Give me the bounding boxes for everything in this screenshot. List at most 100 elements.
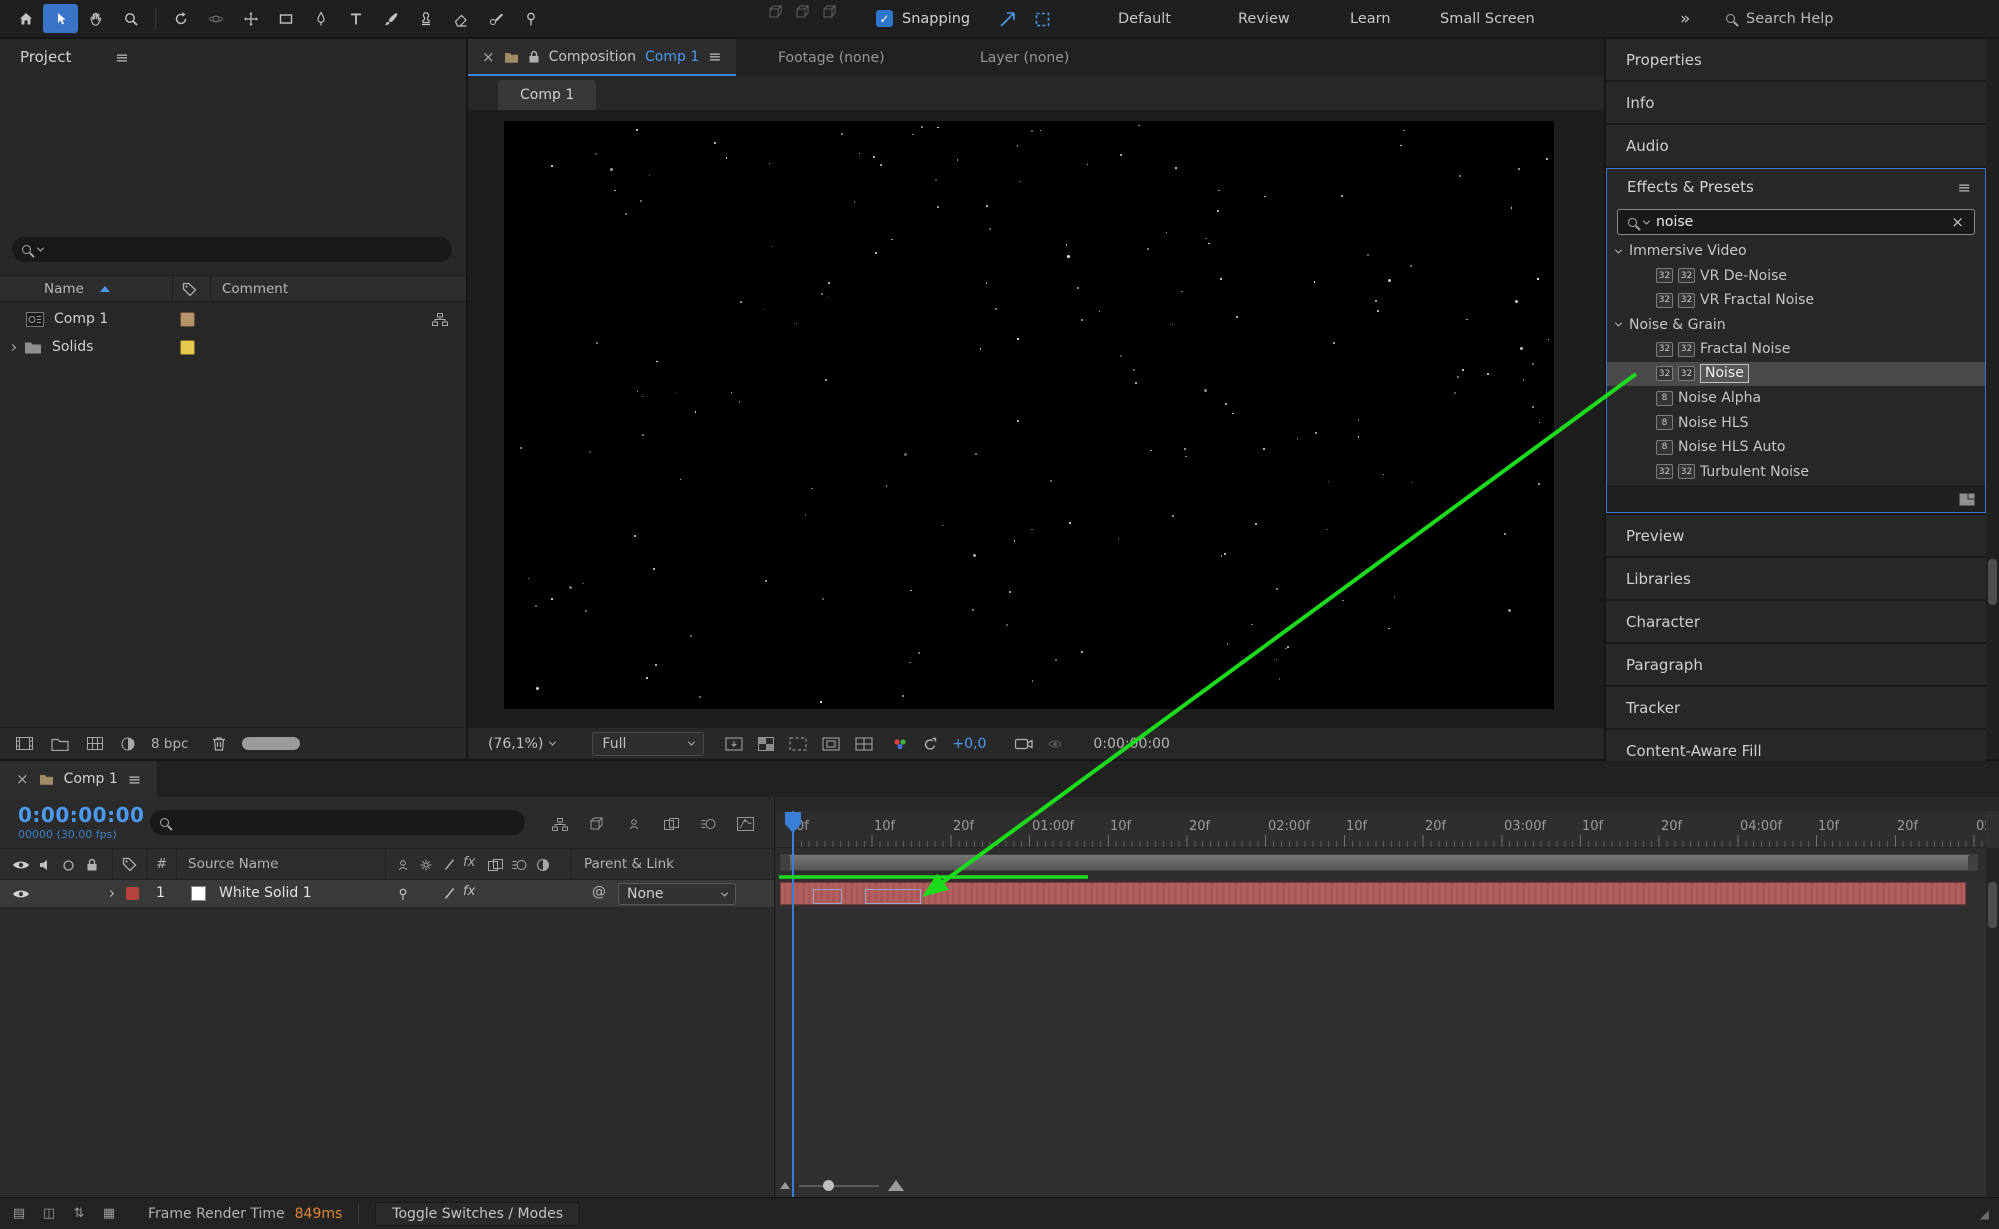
layer-anchor-icon[interactable] [396,887,410,901]
effects-presets-title[interactable]: Effects & Presets [1627,178,1754,196]
current-time-display[interactable]: 0:00:00:00 [18,803,144,827]
layer-expand-chevron[interactable] [106,889,115,898]
libraries-panel-header[interactable]: Libraries [1606,558,1986,599]
snap-along-edges-icon[interactable] [995,8,1019,30]
rectangle-tool-icon[interactable] [268,4,303,33]
effect-item-selected[interactable]: 32 32 Noise [1607,361,1985,386]
camera-tool-icon[interactable] [198,4,233,33]
rotate-tool-icon[interactable] [163,4,198,33]
column-header-source-name[interactable]: Source Name [188,856,279,872]
hide-shy-layers-icon[interactable] [619,812,649,836]
label-color-swatch[interactable] [180,339,195,355]
color-depth-button[interactable]: 8 bpc [151,736,188,752]
channel-icon[interactable] [892,738,908,750]
effect-item[interactable]: 32 32 Fractal Noise [1607,337,1985,362]
column-header-number[interactable]: # [156,856,167,872]
new-composition-icon[interactable] [87,737,103,750]
panel-menu-icon[interactable]: ≡ [115,48,128,67]
show-snapshot-icon[interactable] [1048,738,1062,750]
composition-tab[interactable]: × Composition Comp 1 ≡ [468,39,736,76]
effect-item[interactable]: 8 Noise HLS Auto [1607,435,1985,460]
column-header-comment[interactable]: Comment [222,281,288,297]
work-area-end-handle[interactable] [1968,855,1977,870]
label-column-icon[interactable] [182,282,197,297]
effects-group-noise-grain[interactable]: Noise & Grain [1607,313,1985,338]
panel-menu-icon[interactable]: ≡ [708,47,721,66]
preview-panel-header[interactable]: Preview [1606,515,1986,556]
world-axis-mode-icon[interactable] [795,5,812,20]
zoom-slider[interactable] [799,1179,879,1191]
parent-pickwhip-icon[interactable]: @ [592,884,606,900]
close-icon[interactable]: × [482,48,495,66]
clear-search-icon[interactable]: × [1951,213,1964,231]
mini-flowchart-icon[interactable] [545,812,575,836]
snapping-toggle[interactable]: ✓ Snapping [876,0,970,37]
layer-fx-icon[interactable]: fx [463,884,475,899]
magnification-dropdown[interactable]: (76,1%) [488,736,557,752]
hand-tool-icon[interactable] [78,4,113,33]
panel-menu-icon[interactable]: ≡ [1958,178,1971,197]
exposure-offset-value[interactable]: +0,0 [952,736,986,752]
close-icon[interactable]: × [16,770,29,788]
zoom-slider-thumb[interactable] [823,1179,834,1191]
footage-tab[interactable]: Footage (none) [778,39,885,76]
new-folder-icon[interactable] [51,737,69,751]
effect-item[interactable]: 32 32 VR De-Noise [1607,264,1985,289]
properties-panel-header[interactable]: Properties [1606,39,1986,80]
local-axis-mode-icon[interactable] [768,5,785,20]
new-panel-icon[interactable] [1959,493,1975,506]
paragraph-panel-header[interactable]: Paragraph [1606,644,1986,685]
collapse-switch-icon[interactable] [419,858,433,872]
resize-grip-icon[interactable]: ◢ [1980,1207,1989,1221]
brush-tool-icon[interactable] [373,4,408,33]
column-header-parent-link[interactable]: Parent & Link [584,856,674,872]
resolution-dropdown[interactable]: Full [592,731,705,756]
work-area-bar[interactable] [780,854,1978,871]
audio-column-icon[interactable] [39,859,52,871]
work-area-start-handle[interactable] [781,855,790,870]
tracker-panel-header[interactable]: Tracker [1606,687,1986,728]
character-panel-header[interactable]: Character [1606,601,1986,642]
workspace-tab-small-screen[interactable]: Small Screen [1440,0,1535,37]
grid-icon[interactable]: ▦ [94,1206,124,1221]
effects-group-immersive-video[interactable]: Immersive Video [1607,239,1985,264]
label-color-swatch[interactable] [180,311,195,327]
timeline-ruler[interactable]: 0f 10f 20f 01:00f 10f 20f 02:00f 10f 20f… [776,811,1986,848]
type-tool-icon[interactable] [338,4,373,33]
sort-ascending-icon[interactable] [100,286,110,292]
workspace-tab-learn[interactable]: Learn [1350,0,1391,37]
grid-guides-icon[interactable] [855,737,873,751]
adjustment-switch-icon[interactable] [536,858,550,872]
timeline-comp-tab[interactable]: × Comp 1 ≡ [0,761,158,797]
snapshot-camera-icon[interactable] [1015,738,1034,750]
project-item-solids[interactable]: Solids [0,333,466,361]
layer-label-color[interactable] [126,887,139,900]
panel-menu-icon[interactable]: ≡ [128,770,141,789]
pen-tool-icon[interactable] [303,4,338,33]
graph-editor-icon[interactable] [730,812,760,836]
info-panel-header[interactable]: Info [1606,82,1986,123]
adjust-icon[interactable] [121,737,135,751]
transparency-grid-icon[interactable] [758,736,775,751]
zoom-out-icon[interactable] [780,1182,790,1189]
column-header-name[interactable]: Name [44,281,84,297]
timeline-search-field[interactable] [150,810,525,835]
frame-blend-switch-icon[interactable] [488,859,503,871]
effect-item[interactable]: 8 Noise HLS [1607,411,1985,436]
panel-scrollbar-thumb[interactable] [242,737,301,750]
label-column-icon[interactable] [122,857,137,872]
workspace-tab-review[interactable]: Review [1238,0,1290,37]
shy-switch-icon[interactable] [396,858,410,872]
toggle-switches-modes-button[interactable]: Toggle Switches / Modes [375,1201,580,1226]
region-of-interest-icon[interactable] [789,737,807,751]
scrollbar-thumb[interactable] [1988,882,1997,928]
viewer-timecode[interactable]: 0:00:00:00 [1093,736,1170,752]
lock-column-icon[interactable] [86,858,98,871]
help-search-field[interactable]: Search Help [1726,0,1833,37]
effects-search-field[interactable]: noise × [1617,209,1975,235]
trash-icon[interactable] [212,736,226,751]
layer-name[interactable]: White Solid 1 [219,885,312,901]
home-icon[interactable] [8,4,43,33]
chevron-right-icon[interactable] [8,343,17,351]
eraser-tool-icon[interactable] [443,4,478,33]
